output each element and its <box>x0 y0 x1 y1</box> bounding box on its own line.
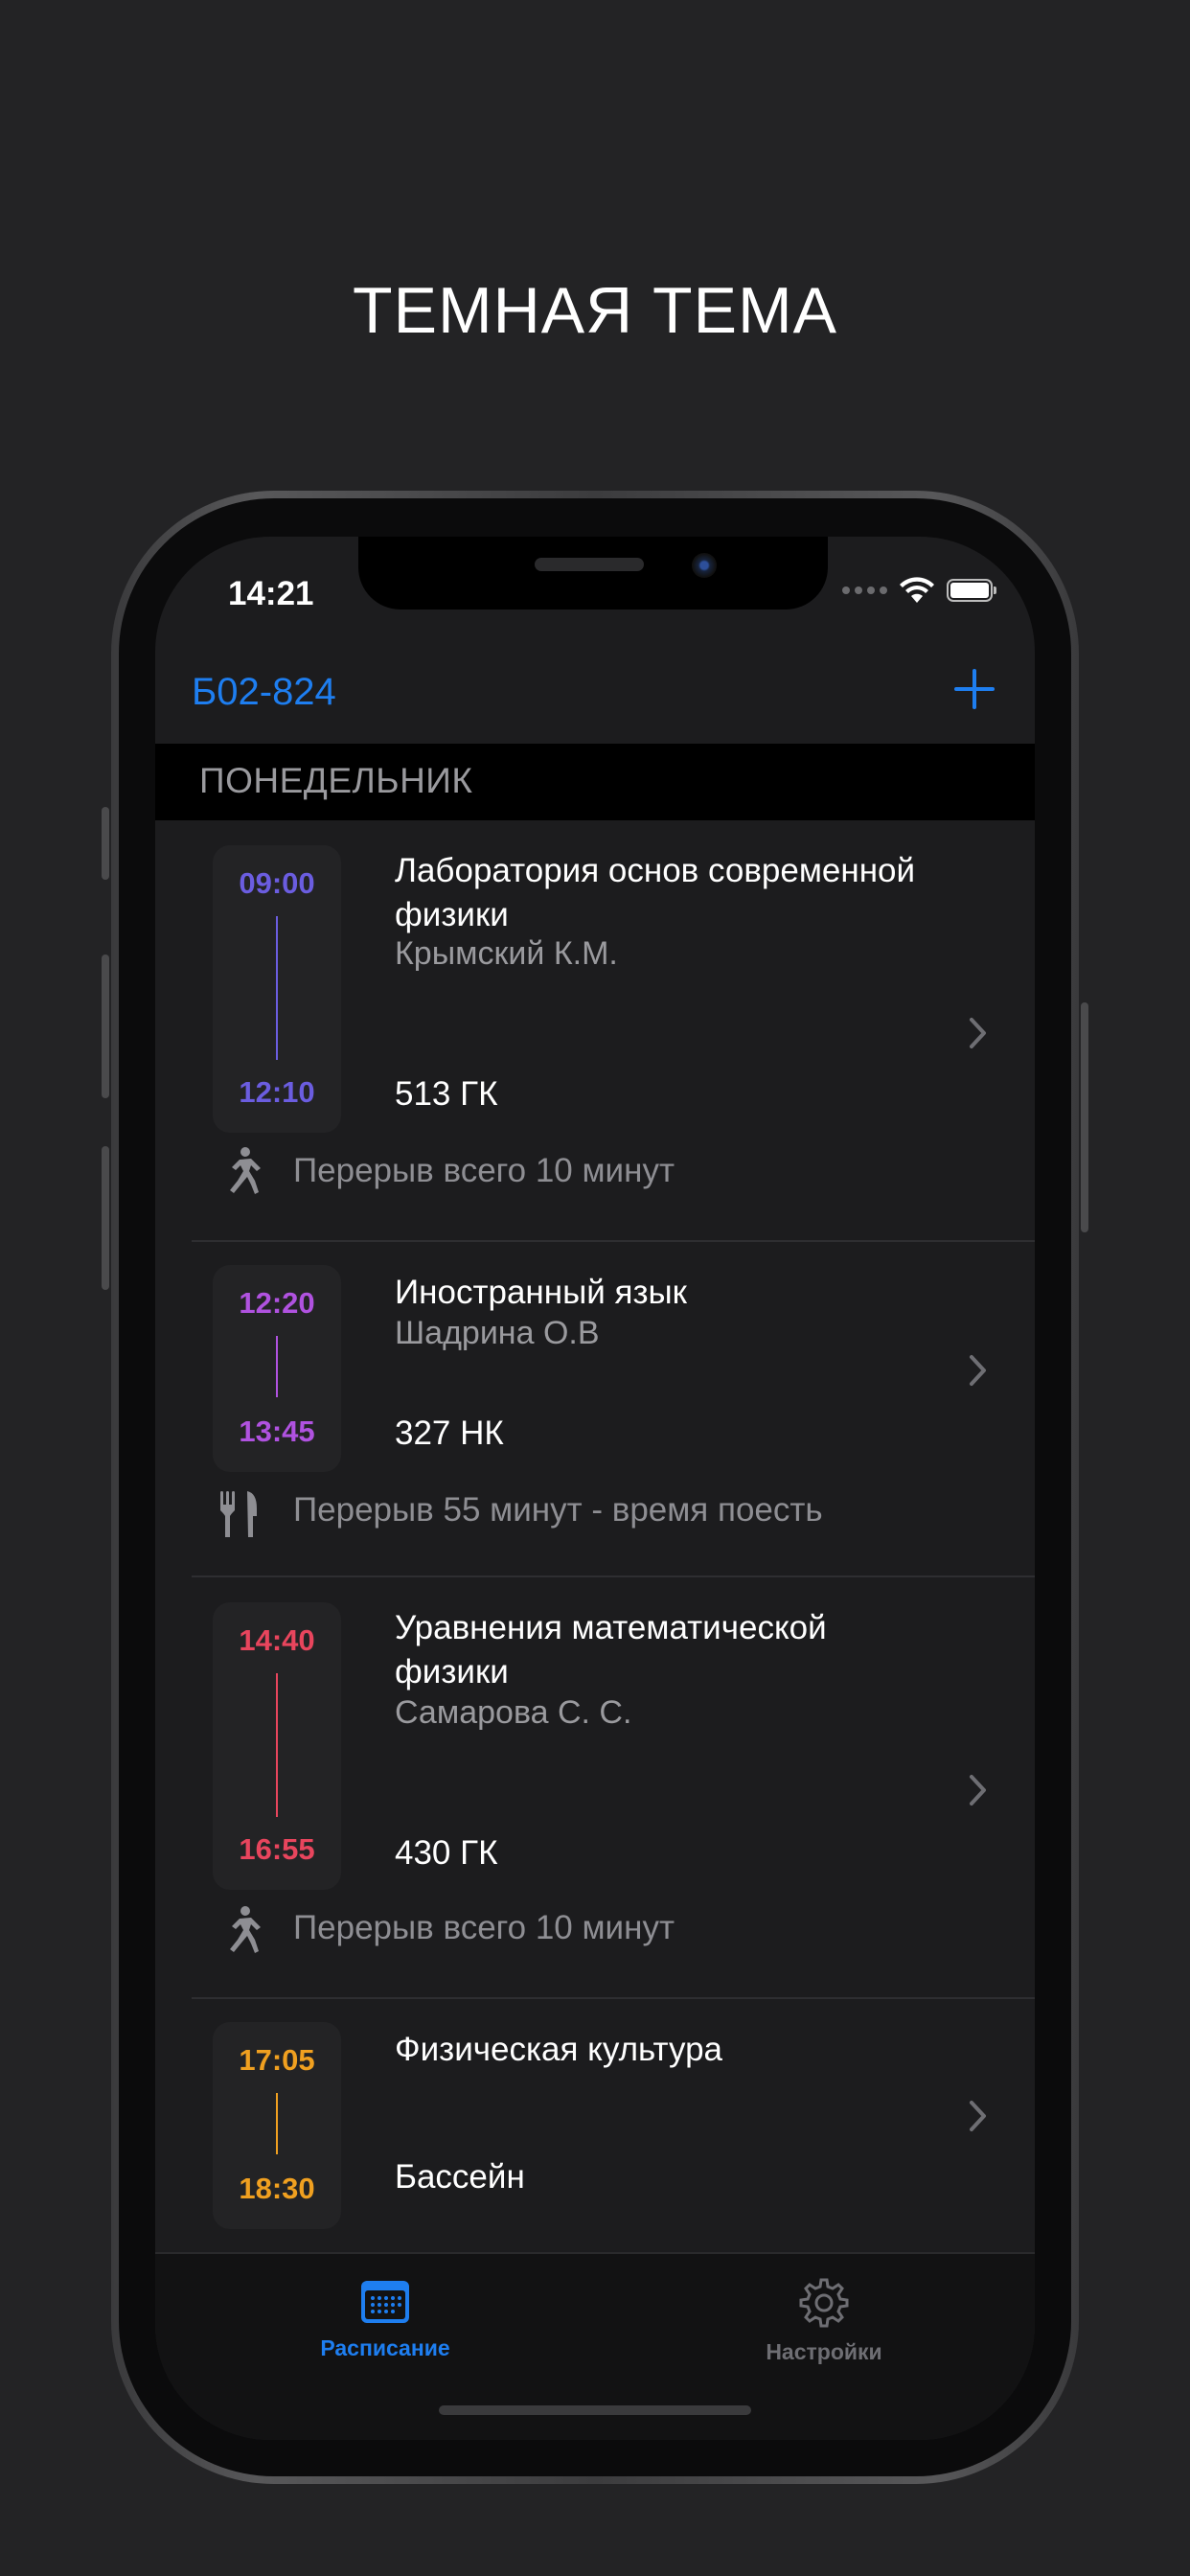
home-indicator <box>439 2405 751 2415</box>
lesson-row[interactable]: 12:20 13:45 Иностранный язык Шадрина О.В… <box>155 1242 1035 1472</box>
lesson-title: Лаборатория основ современной физики <box>395 852 916 933</box>
app-screen: 14:21 Б02-824 ПОНЕДЕЛЬНИК 09:00 12:10 Ла… <box>155 537 1035 2440</box>
lesson-teacher: Крымский К.М. <box>395 935 618 972</box>
lesson-title: Уравнения математической физики <box>395 1609 827 1690</box>
lesson-room: 430 ГК <box>395 1834 498 1872</box>
lesson-room: Бассейн <box>395 2158 525 2196</box>
break-row: Перерыв всего 10 минут <box>155 1892 1035 1999</box>
wifi-icon <box>900 577 934 603</box>
cellular-signal-icon <box>842 586 887 594</box>
lesson-list: 09:00 12:10 Лаборатория основ современно… <box>155 820 1035 2248</box>
mute-switch <box>102 807 109 880</box>
end-time: 16:55 <box>239 1832 315 1866</box>
time-line <box>276 2093 278 2154</box>
end-time: 18:30 <box>239 2172 315 2205</box>
time-range-box: 09:00 12:10 <box>213 845 341 1133</box>
battery-icon <box>947 579 996 602</box>
lesson-teacher: Шадрина О.В <box>395 1315 600 1351</box>
chevron-right-icon <box>970 1355 986 1386</box>
time-range-box: 14:40 16:55 <box>213 1602 341 1890</box>
time-line <box>276 1673 278 1817</box>
front-camera <box>692 553 717 578</box>
calendar-icon <box>361 2281 409 2323</box>
running-person-icon <box>230 1906 261 1953</box>
lesson-teacher: Самарова С. С. <box>395 1694 632 1731</box>
start-time: 12:20 <box>239 1286 315 1320</box>
status-time: 14:21 <box>228 575 314 612</box>
lesson-row[interactable]: 14:40 16:55 Уравнения математической физ… <box>155 1577 1035 1892</box>
time-line <box>276 916 278 1060</box>
lesson-title: Физическая культура <box>395 2031 723 2068</box>
time-range-box: 12:20 13:45 <box>213 1265 341 1472</box>
notch <box>358 537 828 610</box>
time-line <box>276 1336 278 1397</box>
break-text: Перерыв всего 10 минут <box>293 1152 675 1189</box>
break-row: Перерыв 55 минут - время поесть <box>155 1472 1035 1577</box>
running-person-icon <box>230 1147 261 1194</box>
status-indicators <box>842 577 996 604</box>
lesson-title: Иностранный язык <box>395 1274 687 1311</box>
promo-title: ТЕМНАЯ ТЕМА <box>353 274 837 347</box>
lesson-room: 327 НК <box>395 1414 504 1452</box>
volume-down-button <box>102 1146 109 1290</box>
tab-settings[interactable]: Настройки <box>680 2277 968 2365</box>
break-text: Перерыв всего 10 минут <box>293 1909 675 1946</box>
day-label: ПОНЕДЕЛЬНИК <box>199 761 473 800</box>
time-range-box: 17:05 18:30 <box>213 2022 341 2229</box>
start-time: 17:05 <box>239 2043 315 2077</box>
start-time: 14:40 <box>239 1623 315 1657</box>
tab-schedule[interactable]: Расписание <box>241 2277 529 2361</box>
end-time: 13:45 <box>239 1414 315 1448</box>
end-time: 12:10 <box>239 1075 315 1109</box>
navigation-bar: Б02-824 <box>155 661 1035 744</box>
break-text: Перерыв 55 минут - время поесть <box>293 1491 823 1529</box>
plus-icon[interactable] <box>950 665 998 713</box>
lesson-room: 513 ГК <box>395 1075 498 1113</box>
chevron-right-icon <box>970 1018 986 1048</box>
chevron-right-icon <box>970 2101 986 2131</box>
volume-up-button <box>102 954 109 1098</box>
power-button <box>1081 1002 1088 1232</box>
day-section-header: ПОНЕДЕЛЬНИК <box>155 744 1035 820</box>
tab-label: Расписание <box>320 2335 450 2360</box>
speaker <box>535 558 644 571</box>
start-time: 09:00 <box>239 866 315 900</box>
break-row: Перерыв всего 10 минут <box>155 1125 1035 1242</box>
lesson-row[interactable]: 09:00 12:10 Лаборатория основ современно… <box>155 820 1035 1133</box>
fork-knife-icon <box>220 1491 257 1537</box>
tab-label: Настройки <box>766 2339 882 2364</box>
lesson-row[interactable]: 17:05 18:30 Физическая культура Бассейн <box>155 1999 1035 2248</box>
group-title[interactable]: Б02-824 <box>192 671 336 714</box>
gear-icon <box>799 2278 849 2328</box>
chevron-right-icon <box>970 1775 986 1806</box>
